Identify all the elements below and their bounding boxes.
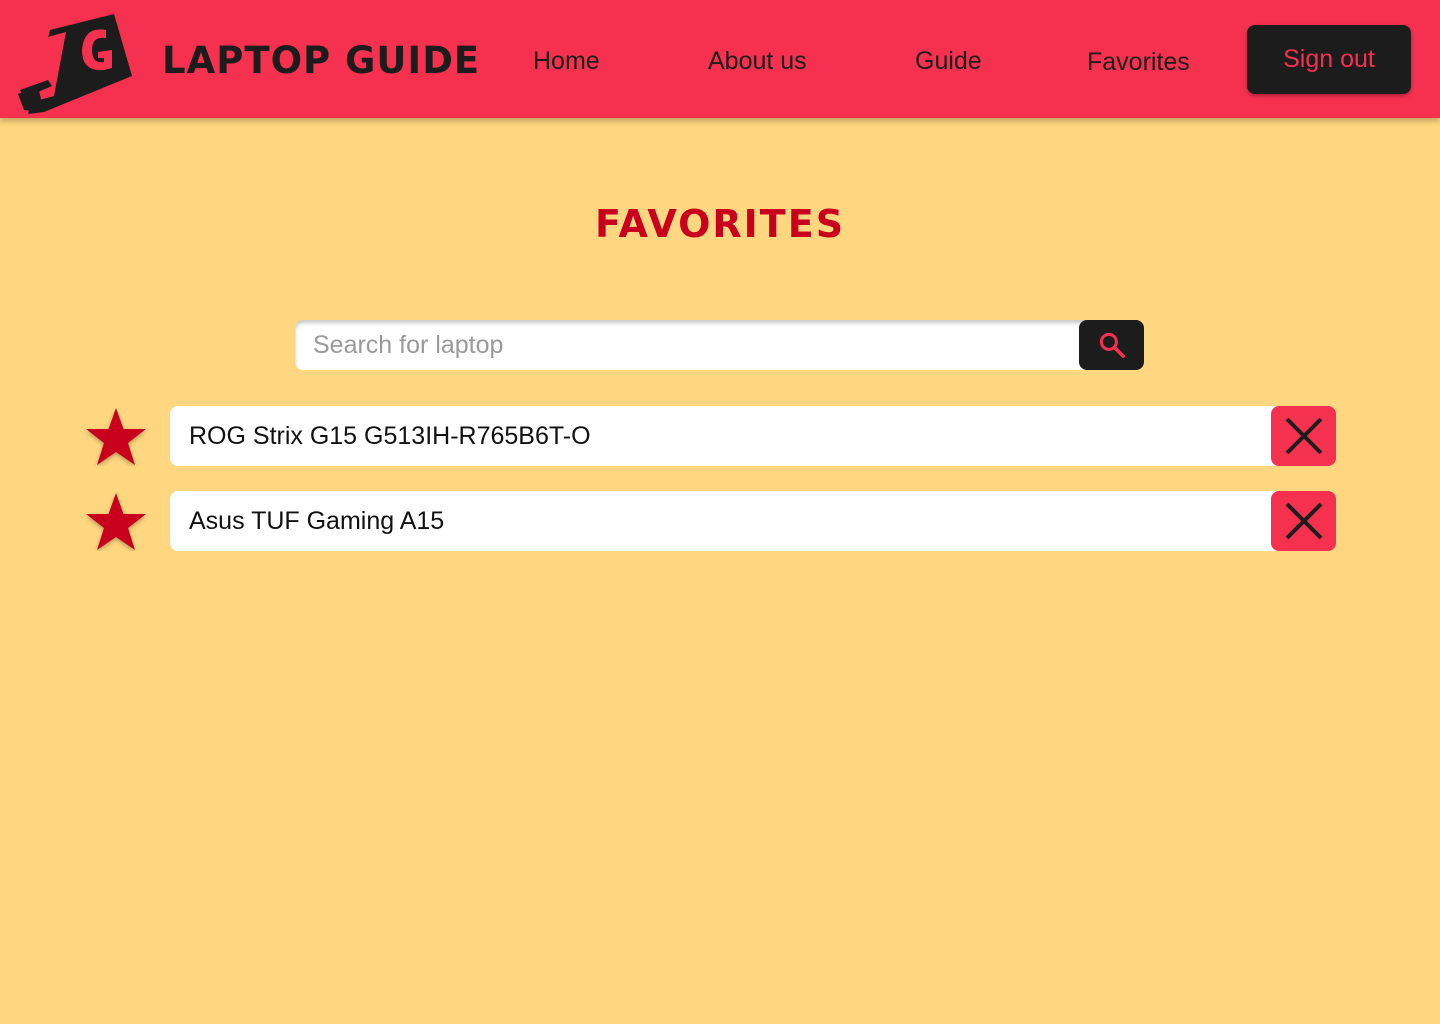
star-icon[interactable] (84, 406, 148, 466)
star-icon[interactable] (84, 491, 148, 551)
favorite-item: Asus TUF Gaming A15 (84, 491, 1336, 551)
brand-title[interactable]: Laptop Guide (162, 36, 480, 86)
remove-favorite-button[interactable] (1271, 406, 1336, 466)
close-icon (1285, 417, 1322, 455)
sign-out-button[interactable]: Sign out (1247, 25, 1411, 94)
favorite-item: ROG Strix G15 G513IH-R765B6T-O (84, 406, 1336, 466)
search-button[interactable] (1079, 320, 1144, 370)
remove-favorite-button[interactable] (1271, 491, 1336, 551)
nav-about-us[interactable]: About us (708, 40, 807, 82)
nav-home[interactable]: Home (533, 40, 600, 82)
lg-logo-icon[interactable] (14, 10, 134, 114)
nav-guide[interactable]: Guide (915, 40, 982, 82)
favorite-item-name[interactable]: Asus TUF Gaming A15 (170, 491, 1290, 551)
search-icon (1099, 332, 1125, 358)
favorite-item-name[interactable]: ROG Strix G15 G513IH-R765B6T-O (170, 406, 1290, 466)
close-icon (1285, 502, 1322, 540)
search-bar (295, 320, 1144, 370)
page-title: Favorites (594, 202, 846, 246)
top-navbar: Laptop Guide Home About us Guide Favorit… (0, 0, 1440, 118)
search-input[interactable] (295, 320, 1105, 370)
nav-favorites[interactable]: Favorites (1087, 41, 1190, 83)
